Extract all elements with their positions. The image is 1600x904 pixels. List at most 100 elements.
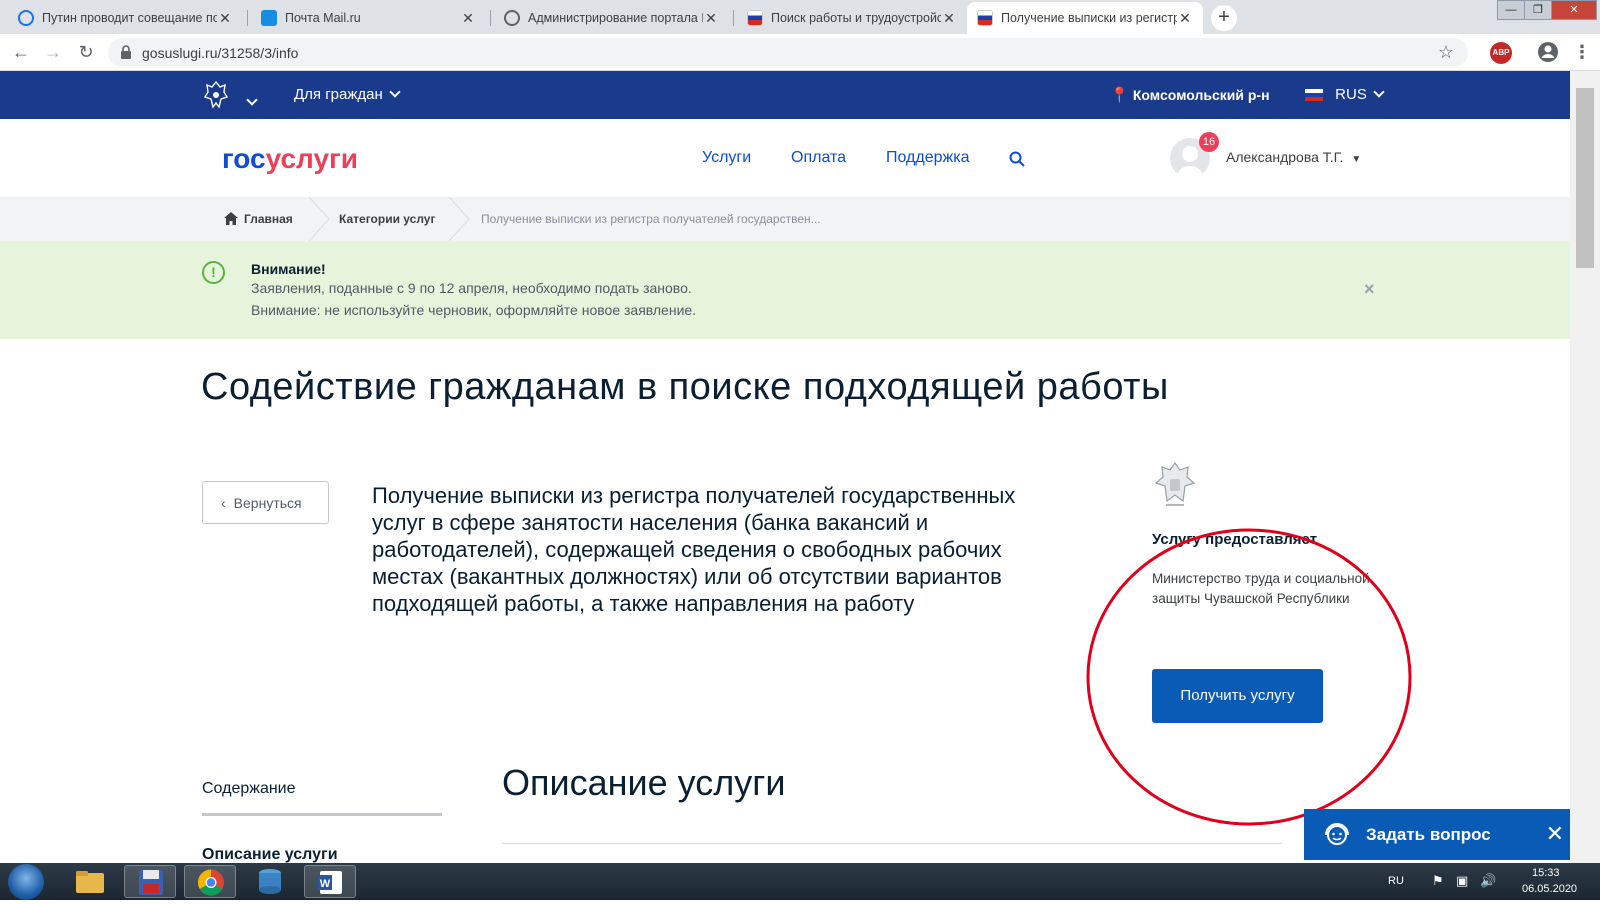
- breadcrumb: Главная Категории услуг Получение выписк…: [0, 197, 1570, 241]
- back-button[interactable]: ‹ Вернуться: [202, 481, 329, 524]
- lock-icon: [121, 45, 131, 59]
- flag-favicon-icon: [747, 10, 763, 26]
- section-title: Описание услуги: [502, 762, 786, 803]
- browser-tab-4[interactable]: Поиск работы и трудоустройств ✕: [737, 2, 967, 34]
- chevron-down-icon[interactable]: [246, 94, 258, 106]
- nav-support[interactable]: Поддержка: [886, 149, 969, 167]
- new-tab-button[interactable]: +: [1211, 5, 1237, 31]
- tab-close-icon[interactable]: ✕: [217, 10, 233, 27]
- clock-date[interactable]: 06.05.2020: [1522, 883, 1577, 895]
- alert-title: Внимание!: [251, 261, 326, 277]
- browser-menu-icon[interactable]: ⋮: [1573, 42, 1591, 63]
- browser-tab-3[interactable]: Администрирование портала Р ✕: [494, 2, 729, 34]
- url-text: gosuslugi.ru/31258/3/info: [142, 45, 299, 61]
- window-close-button[interactable]: ✕: [1551, 0, 1597, 20]
- address-bar[interactable]: gosuslugi.ru/31258/3/info ☆: [108, 38, 1468, 67]
- breadcrumb-home[interactable]: Главная: [244, 212, 293, 226]
- browser-tab-1[interactable]: Путин проводит совещание по ✕: [8, 2, 243, 34]
- flag-ru-icon: [1305, 89, 1323, 102]
- tab-title: Поиск работы и трудоустройств: [771, 11, 941, 25]
- forward-arrow-icon[interactable]: →: [42, 42, 64, 64]
- windows-start-button[interactable]: [8, 864, 44, 900]
- section-divider: [502, 843, 1282, 844]
- user-name: Александрова Т.Г.: [1226, 149, 1344, 165]
- adblock-extension-icon[interactable]: ABP: [1490, 42, 1512, 64]
- mail-favicon-icon: [261, 10, 277, 26]
- language-selector[interactable]: RUS: [1305, 86, 1385, 103]
- minimize-button[interactable]: —: [1497, 0, 1525, 20]
- tab-close-icon[interactable]: ✕: [460, 10, 476, 27]
- home-icon: [224, 212, 238, 225]
- logo-part-gos: гос: [222, 143, 266, 174]
- tab-separator: [247, 10, 248, 26]
- gosuslugi-logo[interactable]: госуслуги: [222, 143, 358, 175]
- ask-question-label: Задать вопрос: [1366, 825, 1491, 844]
- nav-services[interactable]: Услуги: [702, 149, 751, 167]
- user-menu[interactable]: Александрова Т.Г. ▼: [1226, 149, 1361, 165]
- alert-exclamation-icon: !: [202, 261, 225, 284]
- breadcrumb-separator: [448, 197, 470, 241]
- database-icon: [259, 869, 281, 894]
- support-agent-icon: [1325, 823, 1349, 845]
- clock-time[interactable]: 15:33: [1532, 867, 1560, 879]
- folder-icon: [76, 871, 104, 893]
- tab-close-icon[interactable]: ✕: [1177, 10, 1193, 27]
- location-selector[interactable]: 📍 Комсомольский р-н: [1110, 86, 1270, 104]
- chevron-left-icon: ‹: [221, 495, 226, 511]
- breadcrumb-categories[interactable]: Категории услуг: [339, 212, 435, 226]
- keyboard-language[interactable]: RU: [1388, 875, 1404, 887]
- word-taskbar-icon[interactable]: W: [304, 865, 356, 898]
- provider-emblem-icon: [1154, 461, 1196, 506]
- language-label: RUS: [1335, 86, 1367, 103]
- action-center-flag-icon[interactable]: ⚑: [1432, 873, 1444, 889]
- service-name: Получение выписки из регистра получателе…: [372, 483, 1016, 616]
- alert-line-2: Внимание: не используйте черновик, оформ…: [251, 302, 697, 318]
- tab-close-icon[interactable]: ✕: [941, 10, 957, 27]
- bookmark-star-icon[interactable]: ☆: [1438, 42, 1454, 63]
- russian-emblem-icon[interactable]: [201, 79, 231, 111]
- back-arrow-icon[interactable]: ←: [10, 42, 32, 64]
- network-icon[interactable]: ▣: [1456, 873, 1468, 889]
- logo-part-uslugi: услуги: [265, 143, 358, 174]
- account-icon[interactable]: [1537, 41, 1559, 63]
- save-app-taskbar-icon[interactable]: [124, 865, 176, 898]
- floppy-icon: [139, 870, 163, 895]
- reload-icon[interactable]: ↻: [75, 42, 97, 64]
- browser-toolbar: ← → ↻ gosuslugi.ru/31258/3/info ☆ ABP ⋮: [0, 34, 1600, 71]
- tab-separator: [733, 10, 734, 26]
- flag-favicon-icon: [977, 10, 993, 26]
- page-scrollbar[interactable]: [1570, 71, 1600, 863]
- toc-underline: [202, 813, 442, 816]
- ask-close-icon[interactable]: ✕: [1546, 821, 1564, 847]
- toc-item-description[interactable]: Описание услуги: [202, 846, 338, 864]
- location-label: Комсомольский р-н: [1132, 87, 1270, 103]
- search-icon[interactable]: [1009, 151, 1025, 167]
- tab-title: Администрирование портала Р: [528, 11, 703, 25]
- scrollbar-thumb[interactable]: [1576, 88, 1594, 268]
- site-top-bar: Для граждан 📍 Комсомольский р-н RUS: [0, 71, 1570, 119]
- maximize-button[interactable]: ❐: [1524, 0, 1552, 20]
- browser-tab-5-active[interactable]: Получение выписки из регистр ✕: [967, 2, 1203, 34]
- globe-favicon-icon: [504, 10, 520, 26]
- page-title: Содействие гражданам в поиске подходящей…: [201, 366, 1169, 408]
- explorer-taskbar-icon[interactable]: [64, 865, 116, 898]
- chrome-taskbar-icon[interactable]: [184, 865, 236, 898]
- tab-title: Получение выписки из регистр: [1001, 11, 1177, 25]
- volume-icon[interactable]: 🔊: [1480, 873, 1496, 889]
- system-tray: RU ⚑ ▣ 🔊 15:33 06.05.2020: [1370, 863, 1600, 900]
- citizen-menu[interactable]: Для граждан: [294, 86, 401, 103]
- notifications-badge[interactable]: 16: [1199, 132, 1219, 152]
- word-icon: W: [318, 871, 342, 894]
- alert-close-icon[interactable]: ×: [1364, 279, 1375, 300]
- ask-question-widget[interactable]: Задать вопрос ✕: [1304, 809, 1580, 860]
- chevron-down-icon: [389, 86, 401, 98]
- attention-alert: ! Внимание! Заявления, поданные с 9 по 1…: [0, 241, 1570, 339]
- location-pin-icon: 📍: [1110, 87, 1129, 104]
- browser-tab-strip: Путин проводит совещание по ✕ Почта Mail…: [0, 0, 1600, 34]
- database-taskbar-icon[interactable]: [244, 865, 296, 898]
- toc-title[interactable]: Содержание: [202, 780, 296, 798]
- nav-payment[interactable]: Оплата: [791, 149, 846, 167]
- tab-close-icon[interactable]: ✕: [703, 10, 719, 27]
- chevron-down-icon: [1373, 86, 1385, 98]
- browser-tab-2[interactable]: Почта Mail.ru ✕: [251, 2, 486, 34]
